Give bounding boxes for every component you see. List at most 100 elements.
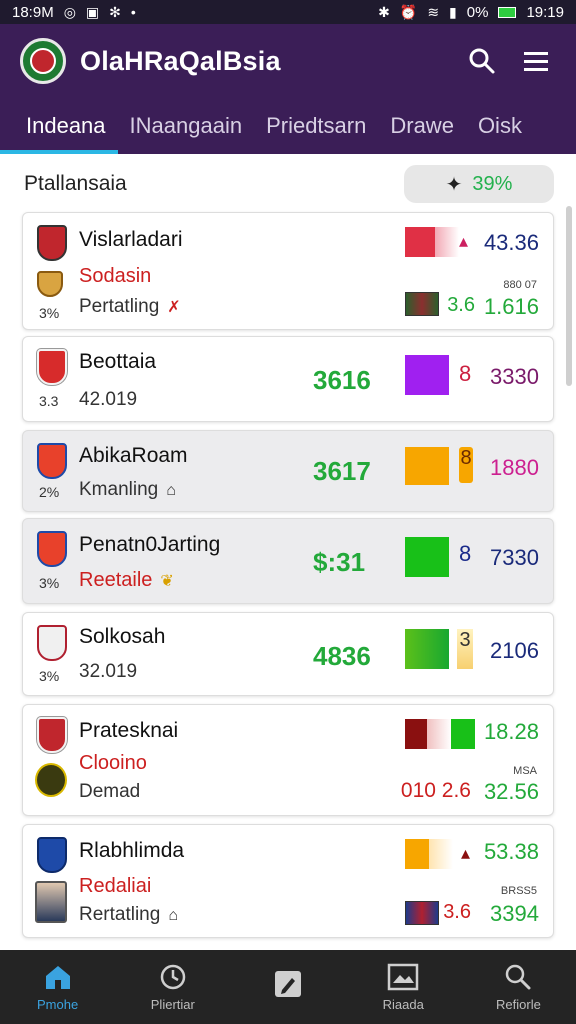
status-time-left: 18:9M bbox=[12, 3, 54, 21]
picture-icon bbox=[387, 963, 419, 990]
list-item[interactable]: Vislarladari Sodasin Pertatling ✗ 3% ▴ 43… bbox=[22, 212, 554, 330]
right-value-bottom: 32.56 bbox=[483, 779, 539, 804]
right-value-mid: 3.6 bbox=[443, 901, 471, 923]
digit-mark: 8 bbox=[459, 447, 473, 483]
tab-priedtsarn[interactable]: Priedtsarn bbox=[254, 98, 378, 154]
scrollbar[interactable] bbox=[566, 206, 572, 386]
price-value: 4836 bbox=[313, 641, 371, 671]
right-tiny: BRSS5 bbox=[500, 885, 537, 897]
team-sub-red: Redaliai bbox=[79, 875, 152, 897]
thumbnail-image bbox=[405, 292, 439, 316]
status-time-right: 19:19 bbox=[526, 3, 564, 21]
percent-pill[interactable]: ✦ 39% bbox=[404, 165, 554, 203]
color-swatch bbox=[405, 537, 449, 577]
color-swatch bbox=[405, 719, 427, 749]
color-swatch bbox=[405, 447, 449, 485]
nav-refiorle[interactable]: Refiorle bbox=[461, 950, 576, 1024]
search-button[interactable] bbox=[462, 41, 502, 81]
team-crest-icon bbox=[37, 531, 67, 567]
right-value-bottom: 1.616 bbox=[483, 294, 539, 319]
list-item[interactable]: Rlabhlimda Redaliai Rertatling ⌂ ▴ 53.38 … bbox=[22, 824, 554, 938]
team-sub: Rertatling ⌂ bbox=[79, 904, 178, 926]
team-sub-red: Sodasin bbox=[79, 265, 152, 287]
list-item[interactable]: Beottaia 42.019 3.3 3616 8 3330 bbox=[22, 336, 554, 422]
circle-icon: ◎ bbox=[63, 3, 76, 20]
menu-icon bbox=[524, 52, 548, 71]
color-swatch bbox=[405, 839, 429, 869]
team-sub: 42.019 bbox=[79, 389, 138, 410]
right-value-mid: 010 2.6 bbox=[400, 779, 471, 802]
team-name: Vislarladari bbox=[79, 228, 183, 251]
small-value: 3% bbox=[39, 668, 60, 684]
menu-button[interactable] bbox=[516, 41, 556, 81]
battery-icon bbox=[498, 6, 517, 18]
team-crest-icon bbox=[37, 443, 67, 479]
building-icon: ⌂ bbox=[166, 482, 176, 499]
right-value-mid: 3.6 bbox=[447, 294, 475, 316]
right-value-top: 18.28 bbox=[483, 719, 539, 744]
search-icon bbox=[506, 964, 531, 989]
right-value-top: 53.38 bbox=[483, 839, 539, 864]
team-sub: Demad bbox=[79, 781, 141, 802]
team-name: Rlabhlimda bbox=[79, 839, 185, 862]
color-swatch bbox=[451, 719, 475, 749]
bottom-nav: Pmohe Pliertiar Riaada Refiorle bbox=[0, 950, 576, 1024]
list-item[interactable]: AbikaRoam Kmanling ⌂ 2% 3617 8 1880 bbox=[22, 430, 554, 512]
team-crest-icon bbox=[37, 717, 67, 753]
percent-value: 39% bbox=[472, 172, 513, 195]
status-bar: 18:9M ◎ ▣ ✻ • ✱ ⏰ ≋ ▮ 0% 19:19 bbox=[0, 0, 576, 24]
cross-icon: ✗ bbox=[167, 299, 181, 316]
tab-inaangaain[interactable]: INaangaain bbox=[118, 98, 255, 154]
app-bar: OlaHRaQalBsia bbox=[0, 24, 576, 98]
color-swatch bbox=[405, 355, 449, 395]
digit-mark: 8 bbox=[459, 541, 472, 566]
small-value: 3% bbox=[39, 575, 60, 591]
team-name: Pratesknai bbox=[79, 719, 179, 742]
team-sub: 32.019 bbox=[79, 661, 138, 682]
tab-indeana[interactable]: Indeana bbox=[0, 98, 118, 154]
list-item[interactable]: Pratesknai Clooino Demad 18.28 MSA 010 2… bbox=[22, 704, 554, 816]
color-swatch bbox=[405, 629, 449, 669]
team-crest-icon bbox=[37, 837, 67, 873]
color-swatch bbox=[405, 227, 435, 257]
price-value: 3617 bbox=[313, 456, 371, 486]
nav-home[interactable]: Pmohe bbox=[0, 950, 115, 1024]
team-name: Penatn0Jarting bbox=[79, 533, 221, 556]
color-fade bbox=[429, 839, 453, 869]
home-icon bbox=[45, 965, 70, 989]
arrow-icon: ▴ bbox=[461, 843, 471, 863]
team-sub-text: Kmanling bbox=[79, 479, 159, 500]
right-tiny: MSA bbox=[513, 765, 537, 777]
team-name: Beottaia bbox=[79, 350, 157, 373]
color-fade bbox=[427, 719, 451, 749]
nav-riaada[interactable]: Riaada bbox=[346, 950, 461, 1024]
right-value-top: 43.36 bbox=[483, 230, 539, 255]
tab-oisk[interactable]: Oisk bbox=[466, 98, 534, 154]
wifi-icon: ≋ bbox=[427, 3, 440, 20]
team-crest-icon bbox=[37, 225, 67, 261]
team-sub-red: Clooino bbox=[79, 752, 147, 774]
nav-pliertiar[interactable]: Pliertiar bbox=[115, 950, 230, 1024]
team-sub-text: Rertatling bbox=[79, 904, 161, 925]
section-title: Ptallansaia bbox=[24, 172, 127, 195]
digit-mark: 3 bbox=[457, 629, 473, 669]
app-title: OlaHRaQalBsia bbox=[80, 45, 281, 76]
digit-mark: 8 bbox=[459, 361, 472, 386]
list-item[interactable]: Solkosah 32.019 3% 4836 3 2106 bbox=[22, 612, 554, 696]
tab-bar: Indeana INaangaain Priedtsarn Drawe Oisk bbox=[0, 98, 576, 154]
list-item[interactable]: Penatn0Jarting Reetaile ❦ 3% $:31 8 7330 bbox=[22, 518, 554, 604]
nav-edit[interactable] bbox=[230, 950, 345, 1024]
badge-icon bbox=[35, 763, 67, 797]
price-value: 3616 bbox=[313, 365, 371, 395]
app-logo bbox=[20, 38, 66, 84]
team-sub: Kmanling ⌂ bbox=[79, 479, 176, 501]
battery-percent: 0% bbox=[466, 3, 489, 21]
dot-icon: • bbox=[130, 4, 136, 20]
bluetooth-icon: ✱ bbox=[378, 3, 390, 20]
nav-label: Pliertiar bbox=[150, 996, 195, 1012]
tab-drawe[interactable]: Drawe bbox=[378, 98, 466, 154]
team-sub-text: Pertatling bbox=[79, 296, 160, 317]
right-value-bottom: 3394 bbox=[490, 901, 539, 926]
arrow-icon: ▴ bbox=[459, 231, 469, 251]
section-header: Ptallansaia ✦ 39% bbox=[24, 164, 554, 204]
